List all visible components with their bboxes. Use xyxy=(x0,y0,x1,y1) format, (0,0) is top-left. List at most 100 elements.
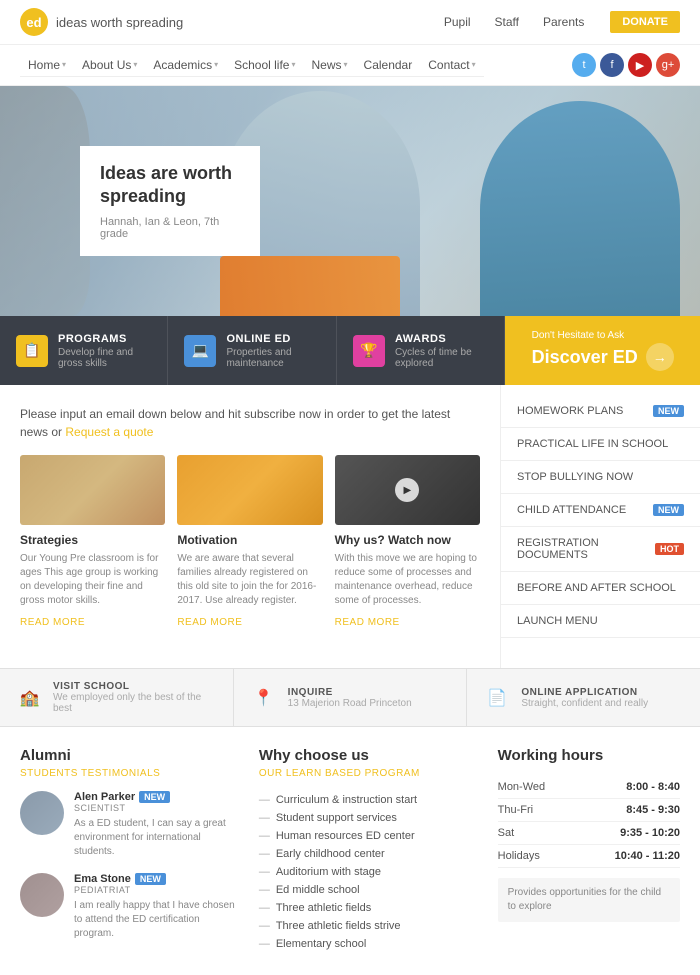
why-title: Why choose us xyxy=(259,747,478,764)
nav-staff[interactable]: Staff xyxy=(485,11,529,33)
card-motivation-title: Motivation xyxy=(177,533,322,547)
programs-text: PROGRAMS Develop fine and gross skills xyxy=(58,333,151,369)
sidebar-item-bullying[interactable]: STOP BULLYING NOW xyxy=(501,461,700,494)
nav-calendar[interactable]: Calendar xyxy=(356,54,421,76)
news-dropdown-icon: ▾ xyxy=(344,60,348,69)
nav-home[interactable]: Home ▾ xyxy=(20,54,74,76)
feature-online-ed[interactable]: 💻 ONLINE ED Properties and maintenance xyxy=(168,316,336,385)
hero-child-left xyxy=(0,86,90,316)
card-strategies-desc: Our Young Pre classroom is for ages This… xyxy=(20,552,165,608)
hero-title: Ideas are worth spreading xyxy=(100,162,240,209)
nav-school-life[interactable]: School life ▾ xyxy=(226,54,303,76)
nav-news[interactable]: News ▾ xyxy=(304,54,356,76)
awards-icon: 🏆 xyxy=(353,335,385,367)
alumni-0-badge: NEW xyxy=(139,791,170,803)
main-nav: Home ▾ About Us ▾ Academics ▾ School lif… xyxy=(20,54,484,77)
why-item-8: Elementary school xyxy=(259,935,478,953)
why-item-2: Human resources ED center xyxy=(259,827,478,845)
nav-academics[interactable]: Academics ▾ xyxy=(145,54,226,76)
logo-text: ideas worth spreading xyxy=(56,15,183,30)
sidebar-item-before-after[interactable]: BEFORE AND AFTER SCHOOL xyxy=(501,572,700,605)
school-life-dropdown-icon: ▾ xyxy=(291,60,295,69)
sidebar-item-registration[interactable]: REGISTRATION DOCUMENTS HOT xyxy=(501,527,700,572)
card-why-us: ▶ Why us? Watch now With this move we ar… xyxy=(335,455,480,628)
home-dropdown-icon: ▾ xyxy=(62,60,66,69)
hero-text-box: Ideas are worth spreading Hannah, Ian & … xyxy=(80,146,260,257)
discover-button[interactable]: Don't Hesitate to Ask Discover ED → xyxy=(505,316,700,385)
card-strategies-readmore[interactable]: READ MORE xyxy=(20,617,85,628)
card-strategies: Strategies Our Young Pre classroom is fo… xyxy=(20,455,165,628)
hours-title: Working hours xyxy=(498,747,680,764)
sidebar-item-attendance[interactable]: CHILD ATTENDANCE NEW xyxy=(501,494,700,527)
nav-contact[interactable]: Contact ▾ xyxy=(420,54,483,76)
nav-about[interactable]: About Us ▾ xyxy=(74,54,145,76)
play-button[interactable]: ▶ xyxy=(395,478,419,502)
card-whyus-readmore[interactable]: READ MORE xyxy=(335,617,400,628)
online-ed-icon: 💻 xyxy=(184,335,216,367)
document-icon: 📄 xyxy=(483,684,511,712)
donate-button[interactable]: DONATE xyxy=(610,11,680,33)
nav-pupil[interactable]: Pupil xyxy=(434,11,481,33)
card-motivation-readmore[interactable]: READ MORE xyxy=(177,617,242,628)
discover-arrow-icon: → xyxy=(646,343,674,371)
sidebar-item-homework[interactable]: HOMEWORK PLANS NEW xyxy=(501,395,700,428)
registration-badge: HOT xyxy=(655,543,684,555)
discover-text: Don't Hesitate to Ask Discover ED → xyxy=(532,330,674,371)
card-motivation: Motivation We are aware that several fam… xyxy=(177,455,322,628)
alumni-avatar-0 xyxy=(20,791,64,835)
alumni-1-badge: NEW xyxy=(135,873,166,885)
why-item-0: Curriculum & instruction start xyxy=(259,791,478,809)
hours-row-2: Sat 9:35 - 10:20 xyxy=(498,822,680,845)
feature-awards[interactable]: 🏆 AWARDS Cycles of time be explored xyxy=(337,316,505,385)
youtube-icon[interactable]: ▶ xyxy=(628,53,652,77)
card-whyus-image: ▶ xyxy=(335,455,480,525)
gplus-icon[interactable]: g+ xyxy=(656,53,680,77)
alumni-item-0: Alen Parker NEW SCIENTIST As a ED studen… xyxy=(20,791,239,859)
why-section: Why choose us OUR LEARN BASED PROGRAM Cu… xyxy=(259,747,478,955)
info-inquire-text: INQUIRE 13 Majerion Road Princeton xyxy=(288,687,412,709)
hours-row-0: Mon-Wed 8:00 - 8:40 xyxy=(498,776,680,799)
logo: ed ideas worth spreading xyxy=(20,8,183,36)
academics-dropdown-icon: ▾ xyxy=(214,60,218,69)
attendance-badge: NEW xyxy=(653,504,684,516)
programs-icon: 📋 xyxy=(16,335,48,367)
main-nav-bar: Home ▾ About Us ▾ Academics ▾ School lif… xyxy=(0,45,700,86)
info-inquire[interactable]: 📍 INQUIRE 13 Majerion Road Princeton xyxy=(234,669,468,726)
alumni-info-0: Alen Parker NEW SCIENTIST As a ED studen… xyxy=(74,791,239,859)
card-whyus-title: Why us? Watch now xyxy=(335,533,480,547)
hours-note: Provides opportunities for the child to … xyxy=(498,878,680,922)
alumni-1-role: PEDIATRIAT xyxy=(74,885,239,895)
alumni-info-1: Ema Stone NEW PEDIATRIAT I am really hap… xyxy=(74,873,239,941)
why-item-5: Ed middle school xyxy=(259,881,478,899)
info-visit[interactable]: 🏫 VISIT SCHOOL We employed only the best… xyxy=(0,669,234,726)
location-icon: 📍 xyxy=(250,684,278,712)
feature-programs[interactable]: 📋 PROGRAMS Develop fine and gross skills xyxy=(0,316,168,385)
social-icons: t f ▶ g+ xyxy=(572,53,680,77)
info-bar: 🏫 VISIT SCHOOL We employed only the best… xyxy=(0,668,700,727)
cards-container: Strategies Our Young Pre classroom is fo… xyxy=(20,455,480,628)
hours-row-1: Thu-Fri 8:45 - 9:30 xyxy=(498,799,680,822)
sidebar-item-practical[interactable]: PRACTICAL LIFE IN SCHOOL xyxy=(501,428,700,461)
top-nav: Pupil Staff Parents xyxy=(434,11,595,33)
why-item-4: Auditorium with stage xyxy=(259,863,478,881)
hero-section: Ideas are worth spreading Hannah, Ian & … xyxy=(0,86,700,316)
alumni-section: Alumni STUDENTS TESTIMONIALS Alen Parker… xyxy=(20,747,239,955)
logo-icon: ed xyxy=(20,8,48,36)
bottom-section: Alumni STUDENTS TESTIMONIALS Alen Parker… xyxy=(0,727,700,975)
why-item-3: Early childhood center xyxy=(259,845,478,863)
card-strategies-image xyxy=(20,455,165,525)
facebook-icon[interactable]: f xyxy=(600,53,624,77)
card-whyus-desc: With this move we are hoping to reduce s… xyxy=(335,552,480,608)
card-motivation-desc: We are aware that several families alrea… xyxy=(177,552,322,608)
school-icon: 🏫 xyxy=(16,684,43,712)
about-dropdown-icon: ▾ xyxy=(133,60,137,69)
sidebar-item-launch-menu[interactable]: LAUNCH MENU xyxy=(501,605,700,638)
nav-parents[interactable]: Parents xyxy=(533,11,594,33)
online-ed-text: ONLINE ED Properties and maintenance xyxy=(226,333,319,369)
request-quote-link[interactable]: Request a quote xyxy=(65,425,153,439)
subscribe-text: Please input an email down below and hit… xyxy=(20,405,480,441)
twitter-icon[interactable]: t xyxy=(572,53,596,77)
why-subtitle: OUR LEARN BASED PROGRAM xyxy=(259,768,478,779)
info-application[interactable]: 📄 ONLINE APPLICATION Straight, confident… xyxy=(467,669,700,726)
contact-dropdown-icon: ▾ xyxy=(472,60,476,69)
